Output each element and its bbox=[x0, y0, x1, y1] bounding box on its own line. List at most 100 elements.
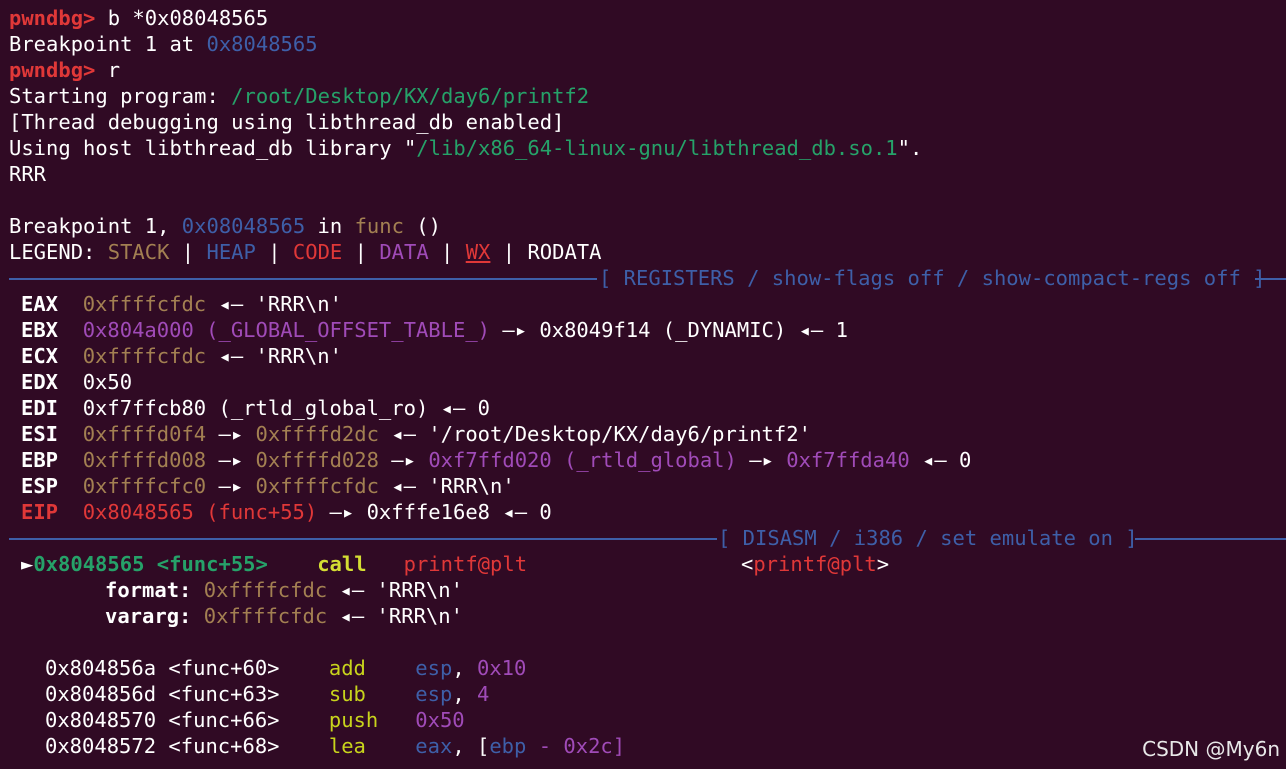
register-row-edi: EDI 0xf7ffcb80 (_rtld_global_ro) ◂— 0 bbox=[21, 395, 490, 421]
pointer-value: 0xffffd028 bbox=[255, 448, 379, 472]
comment-symbol: printf@plt bbox=[753, 552, 877, 576]
register-row-ebp: EBP 0xffffd008 —▸ 0xffffd028 —▸ 0xf7ffd0… bbox=[21, 447, 971, 473]
arg-value: 0xffffcfdc bbox=[203, 604, 328, 628]
legend-separator: | bbox=[490, 240, 528, 264]
watermark: CSDN @My6n bbox=[1142, 737, 1280, 761]
output-line: [Thread debugging using libthread_db ena… bbox=[9, 110, 565, 134]
output-text: Starting program: bbox=[9, 84, 232, 108]
legend-stack: STACK bbox=[107, 240, 170, 264]
legend-separator: | bbox=[169, 240, 207, 264]
register-row-eax: EAX 0xffffcfdc ◂— 'RRR\n' bbox=[21, 291, 342, 317]
output-text: ". bbox=[897, 136, 923, 160]
deref-arrow: ◂— bbox=[378, 422, 429, 446]
instruction-operand: esp bbox=[415, 656, 453, 680]
arg-label: vararg: bbox=[105, 604, 192, 628]
instruction-mnemonic: call bbox=[317, 552, 367, 576]
legend-rodata: RODATA bbox=[527, 240, 602, 264]
output-line: Breakpoint 1 at 0x8048565 bbox=[9, 31, 318, 57]
output-text: Using host libthread_db library " bbox=[9, 136, 417, 160]
instruction-operand: 4 bbox=[477, 682, 490, 706]
instruction-operand: 0x10 bbox=[477, 656, 527, 680]
string-value: 'RRR\n' bbox=[255, 344, 342, 368]
instruction-address: 0x8048565 <func+55> bbox=[33, 552, 268, 576]
instruction-operand: ebp bbox=[489, 734, 527, 758]
program-output: RRR bbox=[9, 162, 47, 186]
instruction-operand: esp bbox=[415, 682, 453, 706]
instruction-mnemonic: sub bbox=[328, 682, 366, 706]
registers-header: [ REGISTERS / show-flags off / show-comp… bbox=[599, 265, 1266, 291]
output-text: () bbox=[403, 214, 441, 238]
separator-rule bbox=[9, 538, 717, 540]
string-value: 'RRR\n' bbox=[428, 474, 515, 498]
pointer-value: 0xf7ffda40 bbox=[786, 448, 910, 472]
register-name: EIP bbox=[21, 500, 59, 524]
register-value: 0xffffd008 bbox=[82, 448, 207, 472]
register-name: ESP bbox=[21, 474, 59, 498]
output-text: Breakpoint 1, bbox=[9, 214, 182, 238]
instruction-operand: eax bbox=[415, 734, 453, 758]
instruction-row[interactable]: 0x804856a <func+60> add esp, 0x10 bbox=[45, 655, 526, 681]
instruction-row[interactable]: 0x8048570 <func+66> push 0x50 bbox=[45, 707, 465, 733]
register-value: 0xffffcfdc bbox=[82, 344, 207, 368]
deref-arrow: ◂— bbox=[428, 396, 478, 420]
pointer-value: 0xffffd2dc bbox=[255, 422, 379, 446]
command-text: b *0x08048565 bbox=[95, 6, 269, 30]
library-path: /lib/x86_64-linux-gnu/libthread_db.so.1 bbox=[416, 136, 898, 160]
register-value: 0xf7ffcb80 (_rtld_global_ro) bbox=[82, 396, 429, 420]
pointer-value: 1 bbox=[835, 318, 848, 342]
pointer-value: 0xf7ffd020 (_rtld_global) bbox=[428, 448, 737, 472]
deref-arrow: ◂— bbox=[909, 448, 960, 472]
legend-wx: WX bbox=[465, 240, 491, 264]
instruction-mnemonic: push bbox=[328, 708, 379, 732]
separator-rule bbox=[9, 278, 597, 280]
register-name: ESI bbox=[21, 422, 59, 446]
deref-arrow: ◂— bbox=[378, 474, 429, 498]
register-row-ebx: EBX 0x804a000 (_GLOBAL_OFFSET_TABLE_) —▸… bbox=[21, 317, 848, 343]
output-line: Using host libthread_db library "/lib/x8… bbox=[9, 135, 922, 161]
current-instruction[interactable]: ►0x8048565 <func+55> call printf@plt <pri… bbox=[21, 551, 889, 577]
operand-separator: , [ bbox=[452, 734, 490, 758]
disasm-header: [ DISASM / i386 / set emulate on ] bbox=[718, 525, 1138, 551]
pointer-arrow: —▸ bbox=[490, 318, 540, 342]
register-row-edx: EDX 0x50 bbox=[21, 369, 132, 395]
register-row-esp: ESP 0xffffcfc0 —▸ 0xffffcfdc ◂— 'RRR\n' bbox=[21, 473, 515, 499]
address: 0x8048565 bbox=[206, 32, 318, 56]
legend-separator: | bbox=[428, 240, 466, 264]
register-name: ECX bbox=[21, 344, 59, 368]
pointer-arrow: —▸ bbox=[206, 422, 256, 446]
breakpoint-line: Breakpoint 1, 0x08048565 in func () bbox=[9, 213, 441, 239]
instruction-row[interactable]: 0x8048572 <func+68> lea eax, [ebp - 0x2c… bbox=[45, 733, 625, 759]
arg-label: format: bbox=[105, 578, 192, 602]
legend-label: LEGEND: bbox=[9, 240, 108, 264]
instruction-row[interactable]: 0x804856d <func+63> sub esp, 4 bbox=[45, 681, 489, 707]
output-text: Breakpoint 1 at bbox=[9, 32, 207, 56]
separator-rule bbox=[1135, 538, 1286, 540]
pointer-arrow: —▸ bbox=[378, 448, 429, 472]
pointer-arrow: —▸ bbox=[736, 448, 787, 472]
register-name: EDI bbox=[21, 396, 59, 420]
legend-separator: | bbox=[255, 240, 293, 264]
output-line: Starting program: /root/Desktop/KX/day6/… bbox=[9, 83, 589, 109]
register-row-esi: ESI 0xffffd0f4 —▸ 0xffffd2dc ◂— '/root/D… bbox=[21, 421, 811, 447]
deref-arrow: ◂— bbox=[786, 318, 836, 342]
pointer-value: 0xffffcfdc bbox=[255, 474, 379, 498]
register-value: 0x8048565 (func+55) bbox=[82, 500, 318, 524]
string-value: '/root/Desktop/KX/day6/printf2' bbox=[428, 422, 811, 446]
separator-rule bbox=[1255, 278, 1286, 280]
legend-separator: | bbox=[342, 240, 380, 264]
instruction-comment: <printf@plt> bbox=[741, 551, 889, 577]
function-name: func bbox=[354, 214, 404, 238]
string-value: 'RRR\n' bbox=[255, 292, 342, 316]
register-value: 0xffffd0f4 bbox=[82, 422, 207, 446]
pointer-value: 0 bbox=[477, 396, 491, 420]
command-text: r bbox=[95, 58, 121, 82]
instruction-address: 0x8048572 <func+68> bbox=[45, 734, 280, 758]
register-row-ecx: ECX 0xffffcfdc ◂— 'RRR\n' bbox=[21, 343, 342, 369]
legend-code: CODE bbox=[292, 240, 343, 264]
register-value: 0xffffcfdc bbox=[82, 292, 207, 316]
pointer-arrow: —▸ bbox=[206, 474, 256, 498]
deref-arrow: ◂— bbox=[490, 500, 540, 524]
register-value: 0xffffcfc0 bbox=[82, 474, 207, 498]
terminal-window[interactable]: pwndbg> b *0x08048565 Breakpoint 1 at 0x… bbox=[0, 0, 1286, 769]
disasm-separator: [ DISASM / i386 / set emulate on ] bbox=[9, 525, 1286, 551]
